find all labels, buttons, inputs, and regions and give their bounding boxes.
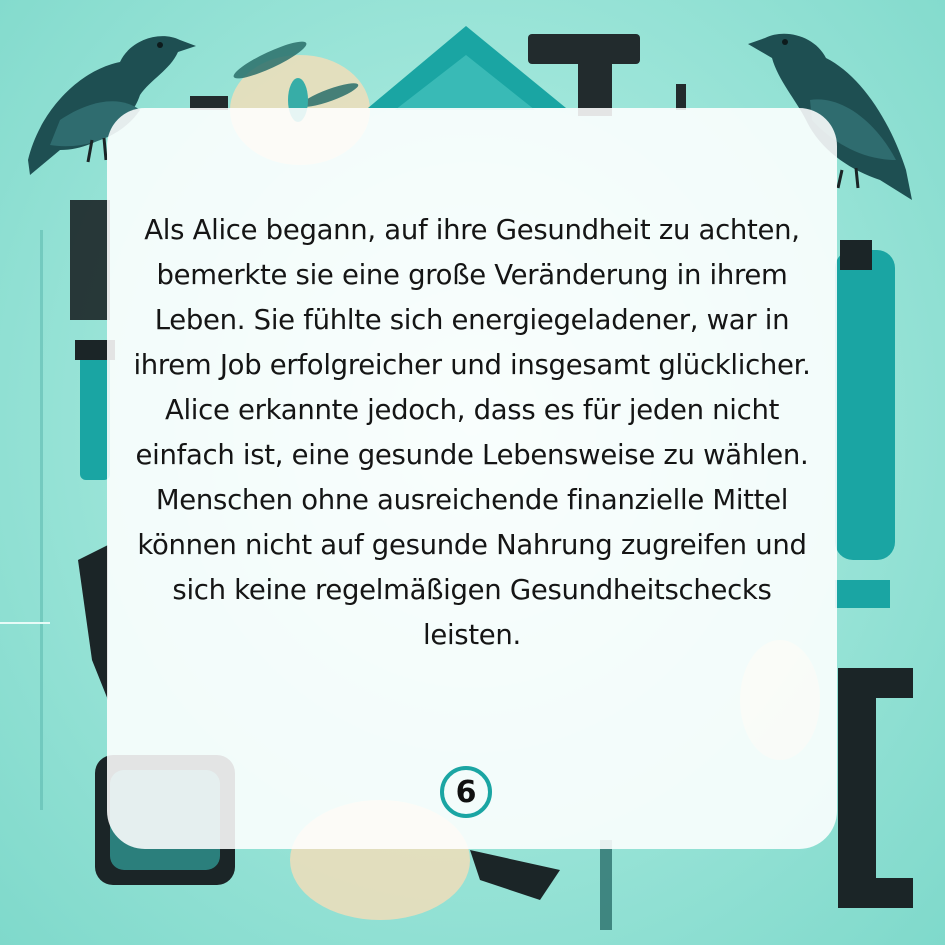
page-number: 6 [455,774,477,810]
dark-bracket-shape [838,668,913,908]
story-card: Als Alice begann, auf ihre Gesundheit zu… [107,108,837,849]
page-number-badge: 6 [436,762,496,822]
story-text: Als Alice begann, auf ihre Gesundheit zu… [133,214,811,651]
